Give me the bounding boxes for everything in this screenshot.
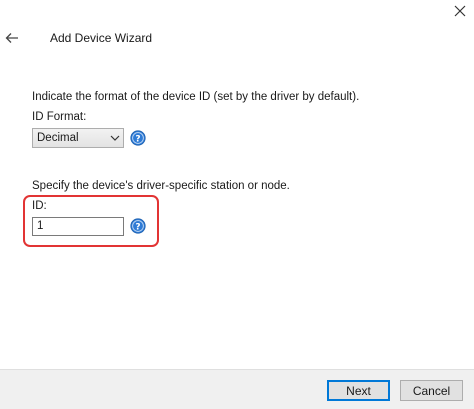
help-icon[interactable]: ? [130, 218, 146, 234]
help-icon[interactable]: ? [130, 130, 146, 146]
close-button[interactable] [446, 0, 474, 22]
close-icon [454, 5, 466, 17]
id-format-value: Decimal [37, 132, 79, 144]
id-format-select[interactable]: Decimal [32, 128, 124, 148]
back-button[interactable] [2, 29, 22, 47]
back-arrow-icon [5, 33, 18, 43]
wizard-title: Add Device Wizard [50, 31, 153, 45]
id-label: ID: [32, 200, 47, 212]
cancel-button[interactable]: Cancel [400, 380, 463, 401]
id-input[interactable]: 1 [32, 217, 124, 236]
svg-text:?: ? [135, 135, 140, 145]
format-prompt: Indicate the format of the device ID (se… [32, 91, 360, 103]
svg-text:?: ? [135, 223, 140, 233]
id-format-label: ID Format: [32, 111, 87, 123]
next-button[interactable]: Next [327, 380, 390, 401]
id-prompt: Specify the device's driver-specific sta… [32, 180, 290, 192]
chevron-down-icon [107, 129, 123, 147]
